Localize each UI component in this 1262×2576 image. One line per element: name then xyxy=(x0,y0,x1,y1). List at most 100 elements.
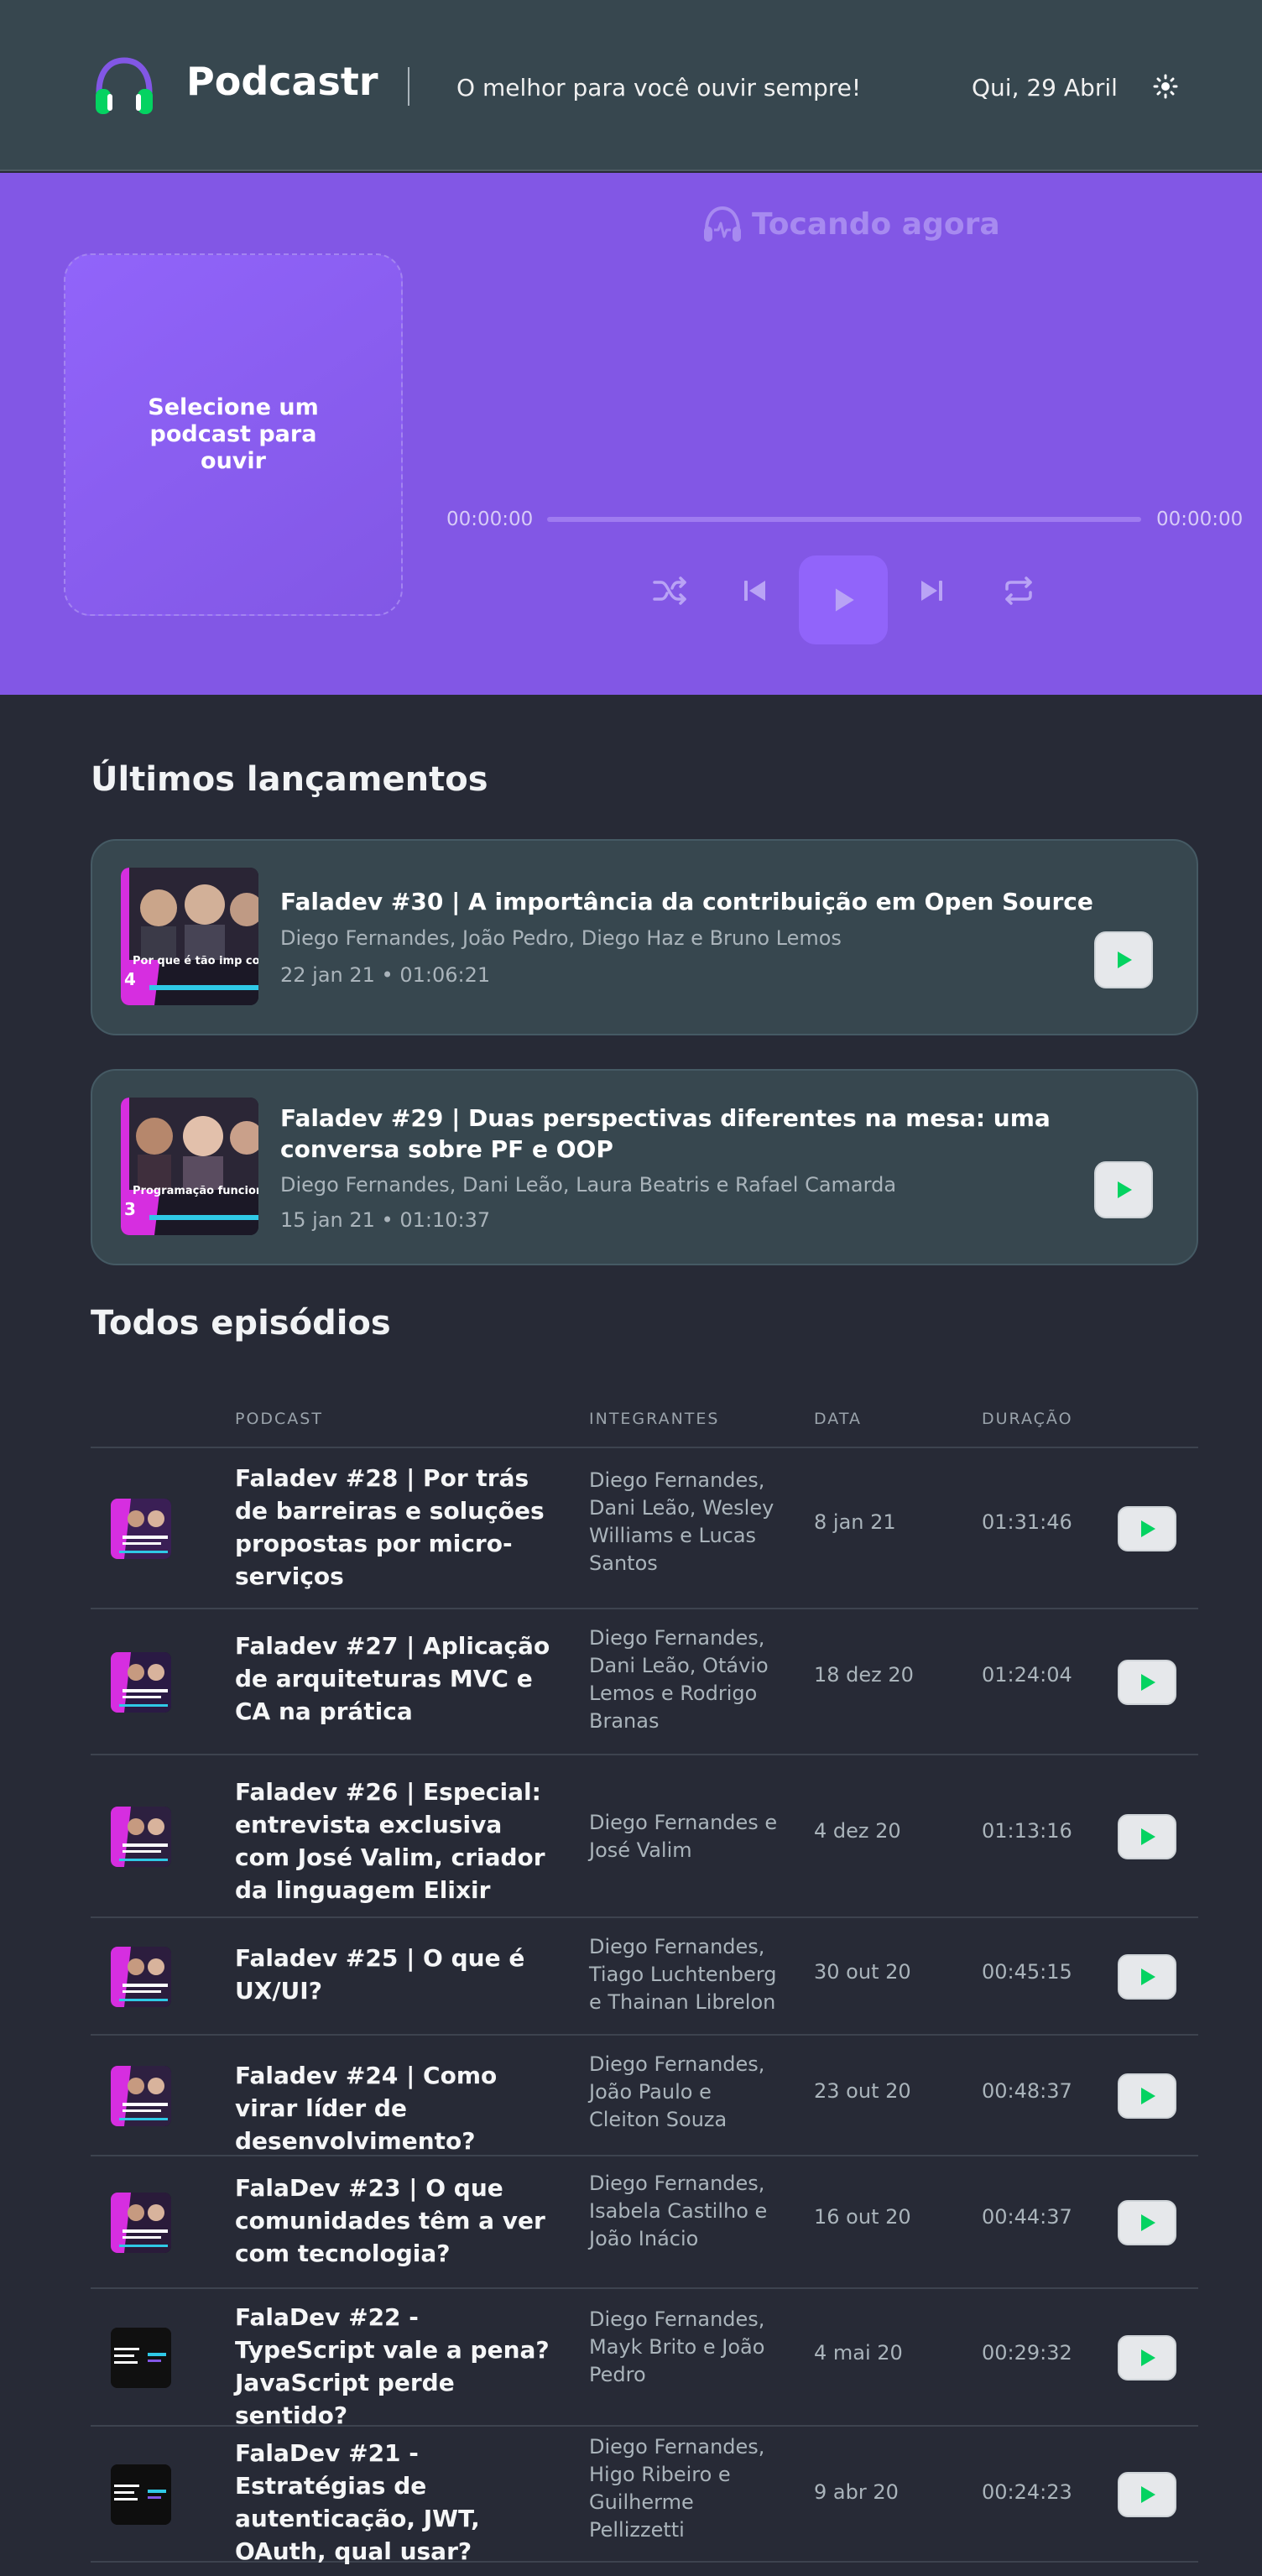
play-icon xyxy=(835,588,854,612)
episode-members: Diego Fernandes, Higo Ribeiro e Guilherm… xyxy=(589,2435,765,2542)
tagline: O melhor para você ouvir sempre! xyxy=(456,74,862,102)
play-icon xyxy=(1141,2088,1155,2104)
latest-episode-card[interactable]: 4 Por que é tão imp contribuir em Open S… xyxy=(91,839,1198,1035)
episode-members: Diego Fernandes, João Pedro, Diego Haz e… xyxy=(280,926,842,950)
episode-meta: 15 jan 21 • 01:10:37 xyxy=(280,1208,491,1232)
column-header-members: INTEGRANTES xyxy=(589,1410,720,1428)
episode-members: Diego Fernandes, Isabela Castilho e João… xyxy=(589,2172,768,2250)
play-icon xyxy=(1141,1828,1155,1845)
episode-thumbnail xyxy=(111,1947,171,2007)
next-button[interactable] xyxy=(906,566,957,616)
table-row[interactable]: Faladev #24 | Como virar líder de desenv… xyxy=(91,2036,1198,2156)
play-episode-button[interactable] xyxy=(1118,2335,1176,2380)
episode-members: Diego Fernandes, Dani Leão, Laura Beatri… xyxy=(280,1173,897,1197)
header-divider xyxy=(408,67,409,106)
episode-members: Diego Fernandes, Tiago Luchtenberg e Tha… xyxy=(589,1935,777,2014)
all-episodes-title: Todos episódios xyxy=(91,1304,391,1343)
episode-thumbnail xyxy=(111,2066,171,2126)
play-icon xyxy=(1141,1969,1155,1985)
episode-title[interactable]: FalaDev #21 - Estratégias de autenticaçã… xyxy=(235,2437,554,2568)
episode-members: Diego Fernandes e José Valim xyxy=(589,1811,778,1862)
play-icon xyxy=(1141,2486,1155,2503)
episode-title[interactable]: Faladev #30 | A importância da contribui… xyxy=(280,886,1175,917)
episode-thumbnail xyxy=(111,1499,171,1559)
episode-duration: 00:44:37 xyxy=(982,2205,1072,2229)
play-episode-button[interactable] xyxy=(1118,2472,1176,2517)
shuffle-button[interactable] xyxy=(644,566,695,616)
headphones-icon xyxy=(704,206,741,242)
episode-thumbnail xyxy=(111,2193,171,2253)
previous-icon xyxy=(744,581,765,601)
episode-thumbnail: 4 Por que é tão imp contribuir em Open S xyxy=(121,868,258,1005)
repeat-button[interactable] xyxy=(993,566,1044,616)
player-panel: Tocando agora Selecione um podcast para … xyxy=(0,173,1262,695)
latest-releases-title: Últimos lançamentos xyxy=(91,760,488,799)
episode-duration: 01:24:04 xyxy=(982,1663,1072,1687)
play-episode-button[interactable] xyxy=(1118,2200,1176,2245)
current-date: Qui, 29 Abril xyxy=(972,74,1118,102)
play-icon xyxy=(1141,1674,1155,1691)
table-row[interactable]: FalaDev #22 - TypeScript vale a pena? Ja… xyxy=(91,2289,1198,2429)
episode-title[interactable]: Faladev #24 | Como virar líder de desenv… xyxy=(235,2059,554,2157)
current-time: 00:00:00 xyxy=(446,508,534,530)
table-row[interactable]: FalaDev #21 - Estratégias de autenticaçã… xyxy=(91,2427,1198,2565)
table-row[interactable]: Faladev #28 | Por trás de barreiras e so… xyxy=(91,1448,1198,1609)
now-playing-label: Tocando agora xyxy=(752,206,1000,242)
play-icon xyxy=(1118,952,1132,968)
episode-members: Diego Fernandes, Dani Leão, Otávio Lemos… xyxy=(589,1626,769,1733)
episode-members: Diego Fernandes, Dani Leão, Wesley Willi… xyxy=(589,1468,774,1575)
episode-duration: 00:29:32 xyxy=(982,2341,1072,2365)
play-pause-button[interactable] xyxy=(799,555,888,644)
play-episode-button[interactable] xyxy=(1118,1660,1176,1705)
episode-thumbnail xyxy=(111,2328,171,2388)
sun-icon[interactable] xyxy=(1153,74,1178,99)
episode-title[interactable]: Faladev #27 | Aplicação de arquiteturas … xyxy=(235,1630,554,1728)
episode-date: 16 out 20 xyxy=(814,2205,911,2229)
episode-title[interactable]: Faladev #25 | O que é UX/UI? xyxy=(235,1942,554,2007)
table-row[interactable]: Faladev #25 | O que é UX/UI? Diego Fernan… xyxy=(91,1918,1198,2036)
episode-thumbnail xyxy=(111,1652,171,1713)
play-episode-button[interactable] xyxy=(1118,1506,1176,1551)
episode-duration: 01:31:46 xyxy=(982,1510,1072,1534)
episode-date: 4 dez 20 xyxy=(814,1819,901,1843)
previous-button[interactable] xyxy=(730,566,780,616)
episode-date: 23 out 20 xyxy=(814,2079,911,2103)
play-episode-button[interactable] xyxy=(1118,1954,1176,2000)
play-icon xyxy=(1141,2214,1155,2231)
episode-title[interactable]: FalaDev #22 - TypeScript vale a pena? Ja… xyxy=(235,2301,554,2432)
play-episode-button[interactable] xyxy=(1094,1161,1153,1218)
episode-thumbnail xyxy=(111,1807,171,1867)
headphones-logo-icon xyxy=(96,57,153,114)
episode-title[interactable]: Faladev #29 | Duas perspectivas diferent… xyxy=(280,1103,1175,1165)
episode-date: 30 out 20 xyxy=(814,1960,911,1984)
thumb-number: 4 xyxy=(124,969,136,989)
episode-title[interactable]: Faladev #28 | Por trás de barreiras e so… xyxy=(235,1462,554,1593)
column-header-duration: DURAÇÃO xyxy=(982,1410,1073,1428)
episode-duration: 00:48:37 xyxy=(982,2079,1072,2103)
thumb-caption: Por que é tão imp contribuir em Open S xyxy=(133,955,258,967)
episode-date: 9 abr 20 xyxy=(814,2480,899,2504)
table-row[interactable]: Faladev #26 | Especial: entrevista exclu… xyxy=(91,1755,1198,1918)
episode-date: 4 mai 20 xyxy=(814,2341,903,2365)
latest-episode-card[interactable]: 3 Programação funcion devs orientados a … xyxy=(91,1069,1198,1265)
next-icon xyxy=(921,581,942,601)
episode-duration: 00:24:23 xyxy=(982,2480,1072,2504)
episode-title[interactable]: Faladev #26 | Especial: entrevista exclu… xyxy=(235,1776,554,1906)
episode-duration: 01:13:16 xyxy=(982,1819,1072,1843)
app-header: Podcastr O melhor para você ouvir sempre… xyxy=(0,0,1262,171)
table-row[interactable]: Faladev #27 | Aplicação de arquiteturas … xyxy=(91,1609,1198,1755)
shuffle-icon xyxy=(653,576,686,605)
play-episode-button[interactable] xyxy=(1118,1814,1176,1859)
brand-name: Podcastr xyxy=(186,59,378,104)
episode-date: 8 jan 21 xyxy=(814,1510,896,1534)
episode-title[interactable]: FalaDev #23 | O que comunidades têm a ve… xyxy=(235,2172,554,2270)
table-row[interactable]: FalaDev #23 | O que comunidades têm a ve… xyxy=(91,2156,1198,2289)
column-header-podcast: PODCAST xyxy=(235,1410,323,1428)
progress-slider[interactable] xyxy=(547,517,1141,522)
play-episode-button[interactable] xyxy=(1094,931,1153,988)
total-time: 00:00:00 xyxy=(1156,508,1244,530)
play-episode-button[interactable] xyxy=(1118,2073,1176,2119)
episode-thumbnail: 3 Programação funcion devs orientados a … xyxy=(121,1098,258,1235)
empty-player-card: Selecione um podcast para ouvir xyxy=(64,253,403,616)
episode-members: Diego Fernandes, João Paulo e Cleiton So… xyxy=(589,2052,765,2131)
